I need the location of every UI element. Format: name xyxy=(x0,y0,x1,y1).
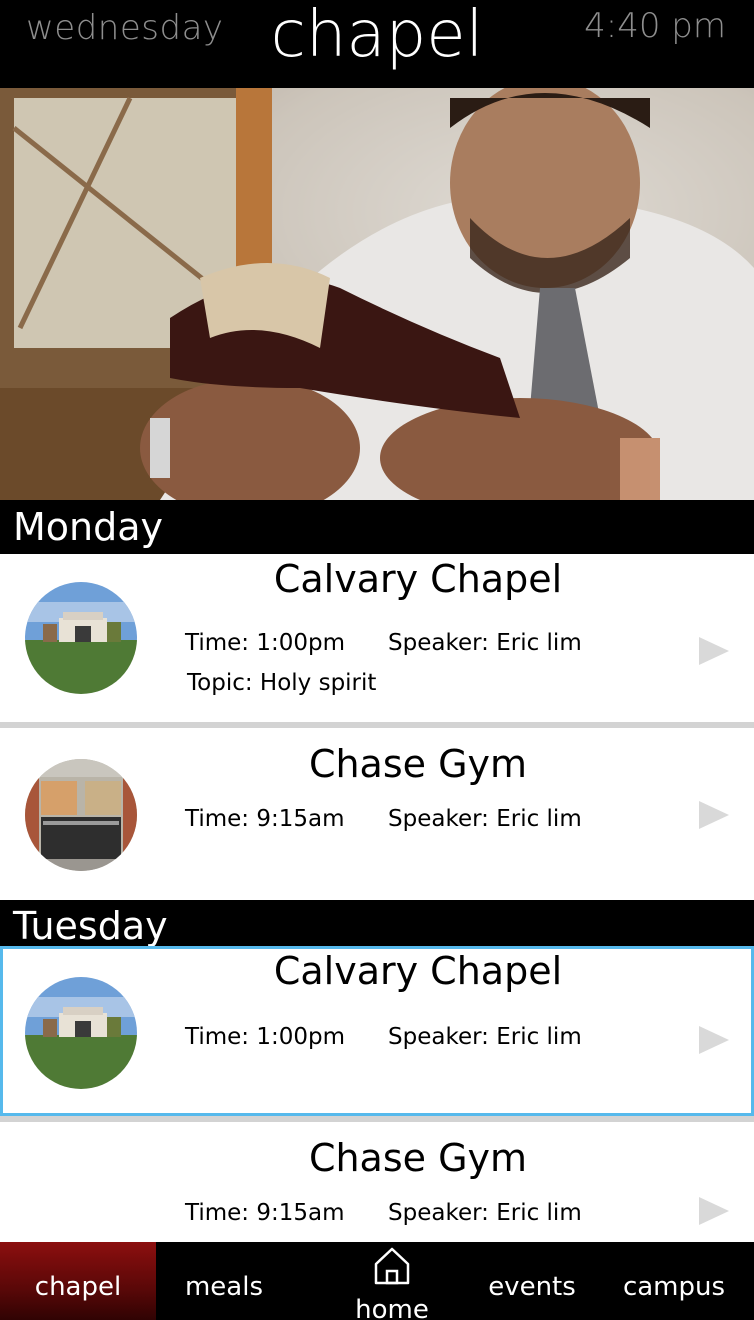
play-icon[interactable] xyxy=(699,1026,729,1054)
event-time: Time: 1:00pm xyxy=(185,1024,346,1050)
tab-label: home xyxy=(355,1295,429,1320)
event-speaker: Speaker: Eric lim xyxy=(388,1200,582,1226)
list-item[interactable]: Chase Gym Time: 9:15am Speaker: Eric lim xyxy=(0,728,754,900)
day-header-tuesday: Tuesday xyxy=(0,900,754,948)
tab-meals[interactable]: meals xyxy=(156,1242,292,1320)
home-icon xyxy=(374,1247,410,1285)
event-topic: Topic: Holy spirit xyxy=(187,670,377,696)
day-header-monday: Monday xyxy=(0,500,754,554)
event-speaker: Speaker: Eric lim xyxy=(388,630,582,656)
event-time: Time: 9:15am xyxy=(185,806,345,832)
bottom-tab-bar: chapel meals home events campus xyxy=(0,1242,754,1320)
venue-title: Chase Gym xyxy=(308,742,528,786)
tab-label: campus xyxy=(622,1272,726,1302)
event-speaker: Speaker: Eric lim xyxy=(388,1024,582,1050)
event-time: Time: 9:15am xyxy=(185,1200,345,1226)
tab-campus[interactable]: campus xyxy=(604,1242,744,1320)
tab-chapel[interactable]: chapel xyxy=(0,1242,156,1320)
play-icon[interactable] xyxy=(699,1197,729,1225)
top-header: wednesday chapel 4:40 pm xyxy=(0,0,754,88)
venue-title: Calvary Chapel xyxy=(273,557,563,601)
tab-home[interactable]: home xyxy=(322,1242,462,1320)
list-item[interactable]: Chase Gym Time: 9:15am Speaker: Eric lim xyxy=(0,1122,754,1242)
list-item[interactable]: Calvary Chapel Time: 1:00pm Speaker: Eri… xyxy=(0,554,754,722)
play-icon[interactable] xyxy=(699,801,729,829)
play-icon[interactable] xyxy=(699,637,729,665)
event-speaker: Speaker: Eric lim xyxy=(388,806,582,832)
calvary-chapel-thumbnail xyxy=(25,977,137,1089)
list-item-selected[interactable]: Calvary Chapel Time: 1:00pm Speaker: Eri… xyxy=(0,946,754,1116)
venue-title: Chase Gym xyxy=(308,1136,528,1180)
hero-image xyxy=(0,88,754,500)
tab-events[interactable]: events xyxy=(468,1242,596,1320)
tab-label: meals xyxy=(184,1272,264,1302)
tab-label: events xyxy=(488,1272,576,1302)
venue-title: Calvary Chapel xyxy=(273,949,563,993)
event-time: Time: 1:00pm xyxy=(185,630,346,656)
tab-label: chapel xyxy=(34,1272,122,1302)
current-time: 4:40 pm xyxy=(584,6,726,46)
